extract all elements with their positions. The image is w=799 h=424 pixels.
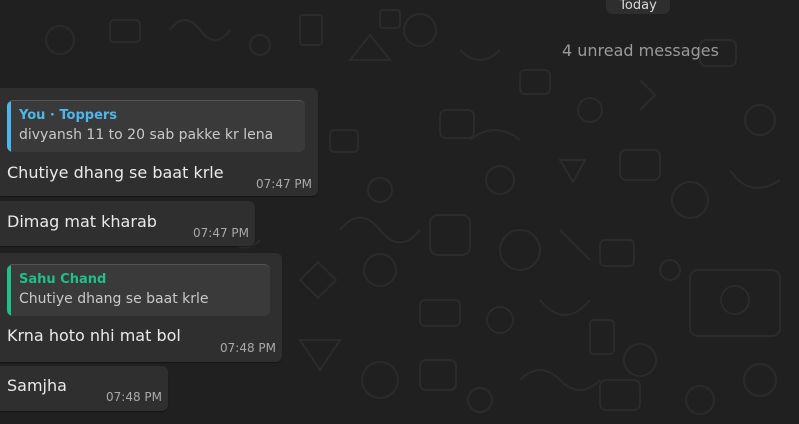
message-text: Dimag mat kharab: [7, 212, 157, 231]
date-divider: Today: [606, 0, 670, 14]
quoted-text: divyansh 11 to 20 sab pakke kr lena: [19, 127, 274, 143]
unread-messages-label: 4 unread messages: [562, 41, 719, 60]
message-bubble[interactable]: You · Toppers divyansh 11 to 20 sab pakk…: [0, 88, 318, 196]
message-timestamp: 07:48 PM: [220, 341, 276, 355]
quoted-text: Chutiye dhang se baat krle: [19, 291, 209, 307]
message-timestamp: 07:48 PM: [106, 390, 162, 404]
quoted-message[interactable]: You · Toppers divyansh 11 to 20 sab pakk…: [7, 100, 305, 152]
message-text: Samjha: [7, 376, 67, 395]
message-timestamp: 07:47 PM: [256, 177, 312, 191]
message-text: Krna hoto nhi mat bol: [7, 326, 181, 345]
message-text: Chutiye dhang se baat krle: [7, 163, 224, 182]
message-bubble[interactable]: Sahu Chand Chutiye dhang se baat krle Kr…: [0, 253, 282, 362]
quoted-author: Sahu Chand: [19, 272, 107, 287]
quote-accent-bar: [7, 101, 11, 152]
message-bubble[interactable]: Samjha 07:48 PM: [0, 366, 168, 411]
message-timestamp: 07:47 PM: [193, 226, 249, 240]
quoted-author: You · Toppers: [19, 108, 118, 123]
quoted-message[interactable]: Sahu Chand Chutiye dhang se baat krle: [7, 264, 270, 316]
quote-accent-bar: [7, 265, 11, 316]
message-bubble[interactable]: Dimag mat kharab 07:47 PM: [0, 201, 255, 246]
